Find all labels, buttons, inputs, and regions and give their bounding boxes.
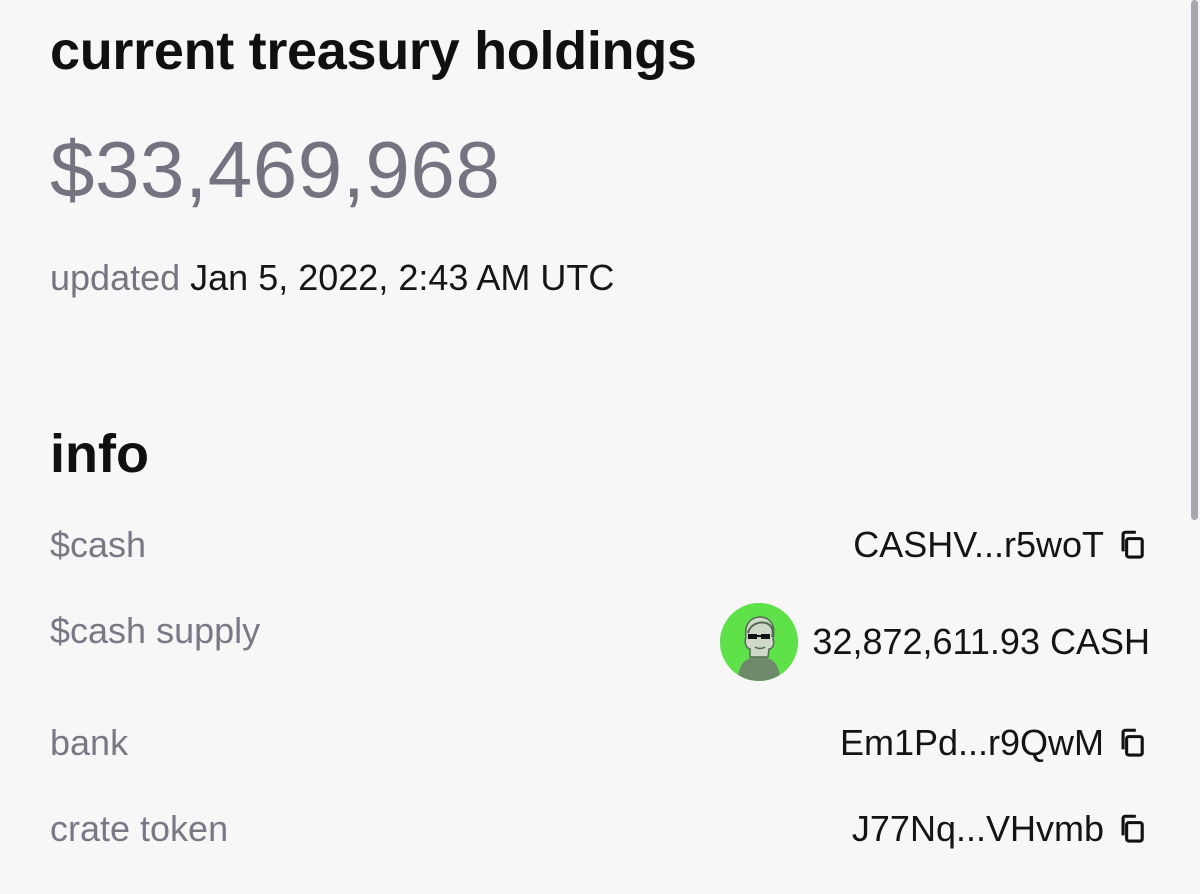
updated-timestamp: updated Jan 5, 2022, 2:43 AM UTC <box>50 257 614 299</box>
updated-label: updated <box>50 257 181 298</box>
token-avatar <box>720 603 799 681</box>
cash-mint-address: CASHV...r5woT <box>853 524 1104 565</box>
crate-token-address: J77Nq...VHvmb <box>851 808 1104 849</box>
updated-value: Jan 5, 2022, 2:43 AM UTC <box>190 257 615 298</box>
info-row-label: crate token <box>50 808 229 849</box>
copy-icon[interactable] <box>1116 528 1150 562</box>
page-title: current treasury holdings <box>50 21 697 81</box>
vertical-scrollbar[interactable] <box>1188 0 1200 894</box>
cash-supply-value: 32,872,611.93 CASH <box>812 621 1150 662</box>
info-row-crate-token: crate token J77Nq...VHvmb <box>50 808 1150 868</box>
info-row-value: J77Nq...VHvmb <box>852 808 1150 850</box>
washington-portrait-icon <box>720 603 799 681</box>
treasury-amount: $33,469,968 <box>50 125 501 214</box>
copy-icon[interactable] <box>1116 812 1150 846</box>
info-row-cash: $cash CASHV...r5woT <box>50 524 1150 584</box>
info-row-label: $cash <box>50 524 147 565</box>
info-section-title: info <box>50 424 149 484</box>
treasury-page: current treasury holdings $33,469,968 up… <box>50 0 1150 894</box>
bank-address: Em1Pd...r9QwM <box>839 722 1104 763</box>
info-row-label: bank <box>50 722 129 763</box>
info-row-cash-supply: $cash supply 32,872,611.93 CASH <box>50 603 1150 681</box>
copy-icon[interactable] <box>1116 726 1150 760</box>
scrollbar-thumb[interactable] <box>1191 0 1198 520</box>
info-row-value: 32,872,611.93 CASH <box>720 603 1150 681</box>
info-row-value: Em1Pd...r9QwM <box>840 722 1150 764</box>
info-row-bank: bank Em1Pd...r9QwM <box>50 722 1150 782</box>
info-row-value: CASHV...r5woT <box>853 524 1150 566</box>
info-row-label: $cash supply <box>50 610 261 651</box>
